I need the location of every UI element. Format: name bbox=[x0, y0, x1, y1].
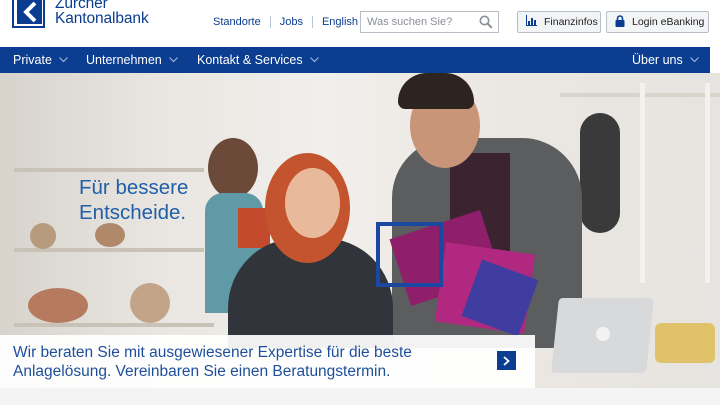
chevron-down-icon bbox=[168, 57, 178, 63]
lock-icon bbox=[615, 14, 632, 30]
chevron-down-icon bbox=[58, 57, 68, 63]
hero-heading-line-1: Für bessere bbox=[79, 176, 189, 199]
brand-line-2: Kantonalbank bbox=[55, 10, 149, 27]
hero-banner-line-2: Anlagelösung. Vereinbaren Sie einen Bera… bbox=[13, 363, 391, 380]
hero-heading: Für bessere Entscheide. bbox=[79, 175, 188, 225]
link-standorte[interactable]: Standorte bbox=[213, 16, 261, 28]
nav-item-label: Unternehmen bbox=[86, 53, 162, 67]
chevron-down-icon bbox=[689, 57, 699, 63]
nav-item-label: Private bbox=[13, 53, 52, 67]
hero-banner-line-1: Wir beraten Sie mit ausgewiesener Expert… bbox=[13, 344, 412, 361]
nav-item-private[interactable]: Private bbox=[13, 53, 68, 67]
bar-chart-icon bbox=[526, 15, 544, 29]
page-footer-strip bbox=[0, 388, 720, 405]
search-input[interactable] bbox=[367, 14, 475, 30]
hero-banner-text: Wir beraten Sie mit ausgewiesener Expert… bbox=[13, 343, 412, 381]
nav-item-unternehmen[interactable]: Unternehmen bbox=[86, 53, 178, 67]
hero-section: Für bessere Entscheide. Wir beraten Sie … bbox=[0, 73, 720, 388]
nav-item-ueber-uns[interactable]: Über uns bbox=[632, 53, 699, 67]
top-links: Standorte Jobs English bbox=[213, 16, 358, 28]
main-navigation: Private Unternehmen Kontakt & Services Ü… bbox=[0, 47, 710, 73]
login-ebanking-button[interactable]: Login eBanking bbox=[606, 11, 709, 33]
site-header: Zürcher Kantonalbank Standorte Jobs Engl… bbox=[0, 0, 720, 47]
brand-name: Zürcher Kantonalbank bbox=[55, 0, 149, 26]
banner-arrow-button[interactable] bbox=[497, 351, 516, 370]
nav-item-label: Über uns bbox=[632, 53, 683, 67]
divider bbox=[269, 16, 271, 28]
nav-item-label: Kontakt & Services bbox=[197, 53, 303, 67]
finanzinfos-label: Finanzinfos bbox=[544, 16, 598, 28]
brand-square-frame bbox=[376, 222, 443, 287]
chevron-right-icon bbox=[503, 355, 510, 366]
finanzinfos-button[interactable]: Finanzinfos bbox=[517, 11, 601, 33]
divider bbox=[311, 16, 313, 28]
link-jobs[interactable]: Jobs bbox=[280, 16, 303, 28]
hero-heading-line-2: Entscheide. bbox=[79, 201, 187, 224]
hero-banner[interactable]: Wir beraten Sie mit ausgewiesener Expert… bbox=[0, 335, 535, 388]
login-ebanking-label: Login eBanking bbox=[632, 16, 705, 28]
zkb-logo[interactable]: Zürcher Kantonalbank bbox=[12, 0, 149, 28]
nav-item-kontakt-services[interactable]: Kontakt & Services bbox=[197, 53, 319, 67]
link-english[interactable]: English bbox=[322, 16, 358, 28]
zkb-logo-mark-icon bbox=[12, 0, 45, 28]
search-box bbox=[360, 11, 499, 33]
search-icon[interactable] bbox=[479, 15, 493, 34]
chevron-down-icon bbox=[309, 57, 319, 63]
